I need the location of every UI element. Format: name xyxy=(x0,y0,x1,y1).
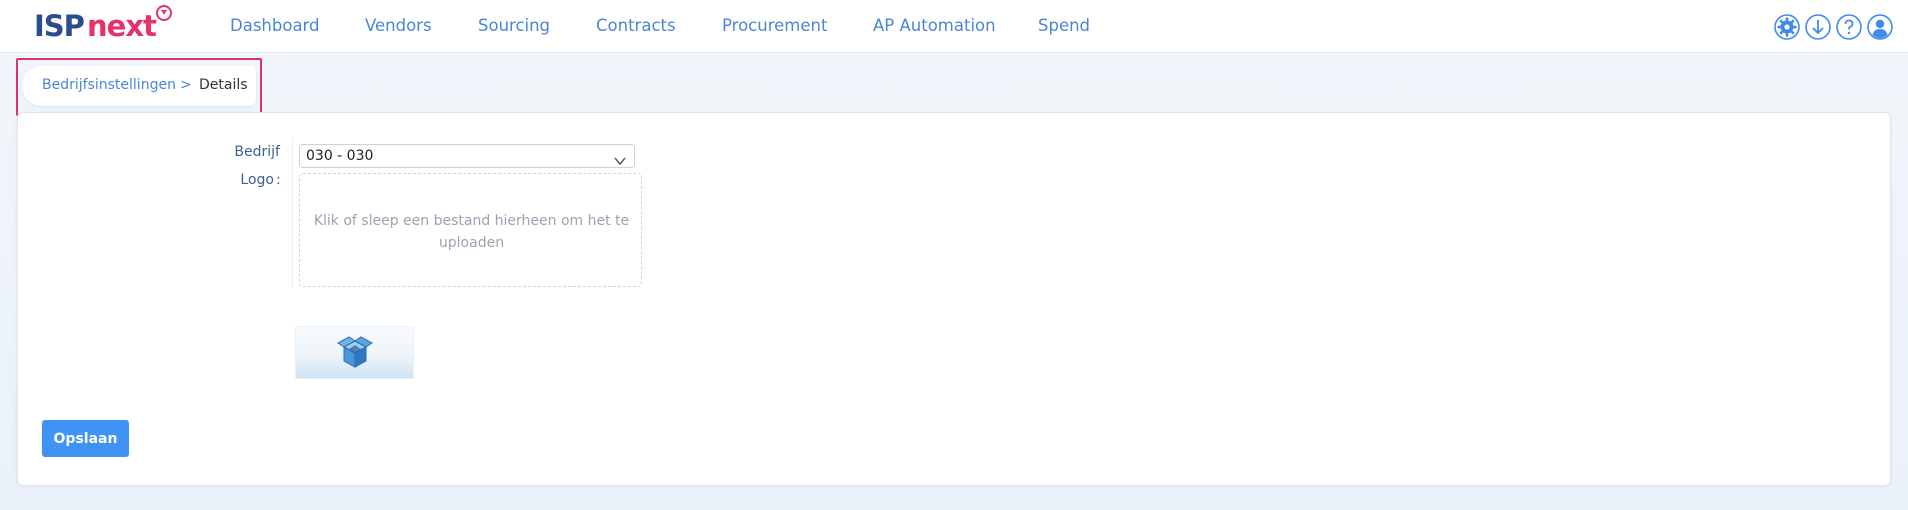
chevron-down-icon xyxy=(614,151,626,166)
logo-text-isp: ISP xyxy=(34,9,85,43)
breadcrumb-highlight-box xyxy=(16,58,262,116)
logo-label: Logo xyxy=(240,172,274,188)
logo-preview-image xyxy=(295,326,414,379)
help-icon[interactable] xyxy=(1836,14,1862,40)
user-icon[interactable] xyxy=(1867,14,1893,40)
logo-text-next: next xyxy=(87,9,157,43)
logo-heart-icon xyxy=(156,5,172,21)
settings-card xyxy=(17,112,1891,486)
company-select[interactable]: 030 - 030 xyxy=(299,144,635,168)
nav-spend[interactable]: Spend xyxy=(1038,16,1090,35)
nav-contracts[interactable]: Contracts xyxy=(596,16,676,35)
logo-upload-dropzone[interactable]: Klik of sleep een bestand hierheen om he… xyxy=(299,173,642,287)
save-button[interactable]: Opslaan xyxy=(42,420,129,457)
logo-label-colon: : xyxy=(276,172,281,188)
nav-ap-automation[interactable]: AP Automation xyxy=(873,16,996,35)
top-navigation-bar: ISP next Dashboard Vendors Sourcing Cont… xyxy=(0,0,1908,53)
gear-icon[interactable] xyxy=(1774,14,1800,40)
nav-procurement[interactable]: Procurement xyxy=(722,16,827,35)
nav-dashboard[interactable]: Dashboard xyxy=(230,16,320,35)
form-divider xyxy=(292,138,293,288)
nav-sourcing[interactable]: Sourcing xyxy=(478,16,550,35)
company-label: Bedrijf xyxy=(234,144,280,160)
company-select-value: 030 - 030 xyxy=(306,148,374,164)
nav-vendors[interactable]: Vendors xyxy=(365,16,432,35)
box-icon xyxy=(337,336,373,368)
download-icon[interactable] xyxy=(1805,14,1831,40)
dropzone-text: Klik of sleep een bestand hierheen om he… xyxy=(313,213,630,251)
